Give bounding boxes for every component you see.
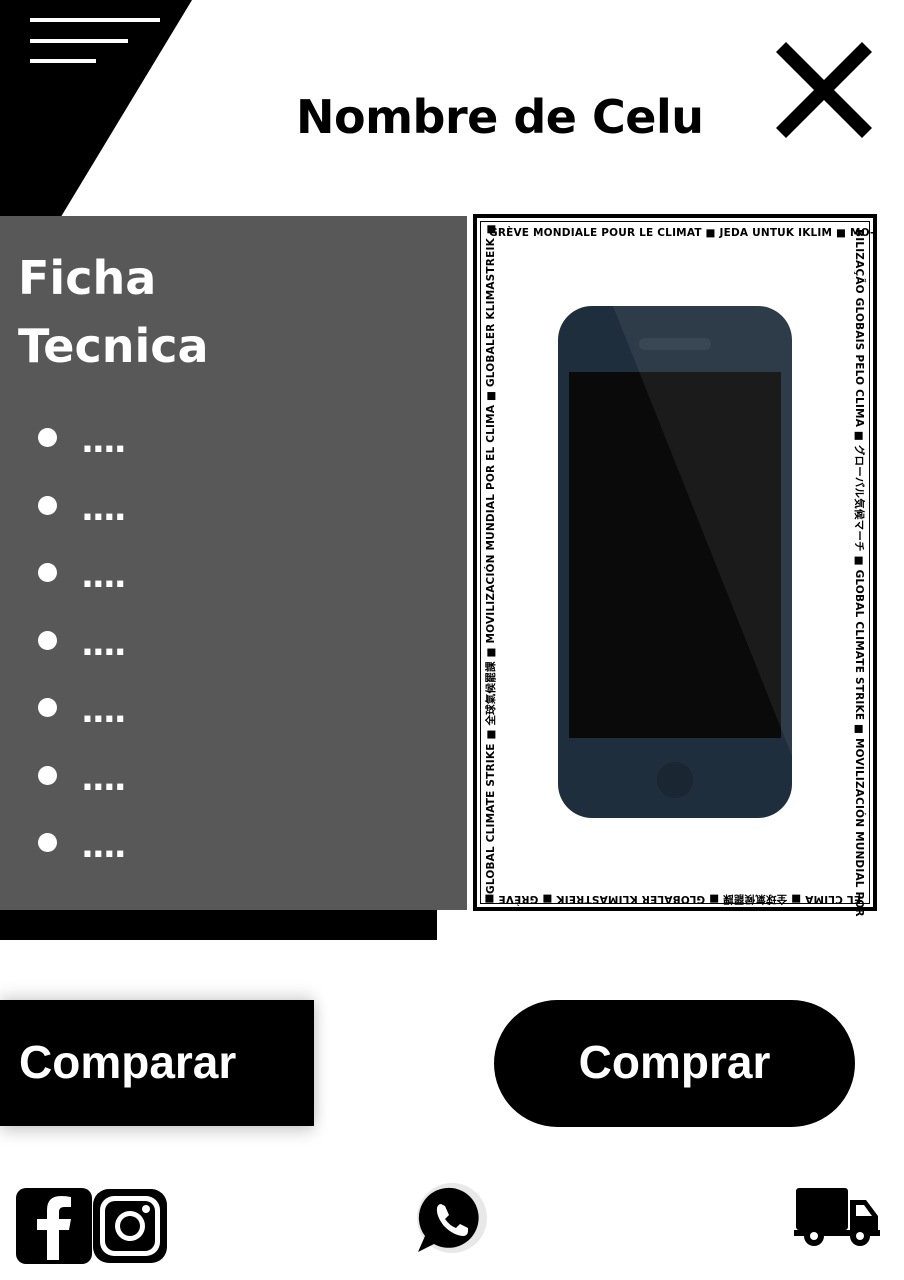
- buy-button[interactable]: Comprar: [494, 1000, 855, 1127]
- spec-title-line2: Tecnica: [18, 319, 209, 373]
- bullet-icon: [38, 698, 57, 717]
- bullet-icon: [38, 833, 57, 852]
- page-title: Nombre de Celu: [296, 90, 704, 144]
- frame-text-right: BILIZAÇÃO GLOBAIS PELO CLIMA ■ グローバル気候マー…: [853, 229, 865, 917]
- whatsapp-icon[interactable]: [412, 1180, 492, 1260]
- spec-title-line1: Ficha: [18, 251, 157, 305]
- hamburger-menu-icon[interactable]: [30, 18, 162, 68]
- buy-button-label: Comprar: [578, 1036, 771, 1088]
- spec-item-text: ....: [81, 623, 127, 664]
- bullet-icon: [38, 563, 57, 582]
- frame-text-bottom: EL CLIMA ■ 全球氣候罷課 ■ GLOBALER KLIMASTREIK…: [484, 893, 861, 905]
- frame-text-left: GLOBAL CLIMATE STRIKE ■ 全球氣候罷課 ■ MOVILIZ…: [485, 224, 497, 894]
- bullet-icon: [38, 428, 57, 447]
- spec-item-text: ....: [81, 758, 127, 799]
- bullet-icon: [38, 495, 57, 515]
- compare-button-label: Comparar: [19, 1036, 237, 1088]
- smartphone-image: [558, 306, 792, 818]
- spec-item-text: ....: [81, 826, 127, 866]
- delivery-truck-icon[interactable]: [794, 1186, 880, 1248]
- facebook-icon[interactable]: [16, 1188, 92, 1264]
- instagram-icon[interactable]: [92, 1188, 168, 1264]
- close-icon[interactable]: [774, 40, 874, 140]
- bullet-icon: [38, 765, 57, 785]
- spec-item-text: ....: [81, 691, 127, 731]
- spec-item-text: ....: [81, 421, 127, 461]
- spec-item-text: ....: [81, 556, 127, 596]
- spec-title: Ficha Tecnica: [18, 244, 209, 380]
- compare-button[interactable]: Comparar: [0, 1000, 314, 1126]
- frame-text-top: GRÈVE MONDIALE POUR LE CLIMAT ■ JEDA UNT…: [489, 227, 875, 239]
- bullet-icon: [38, 630, 57, 650]
- spec-item-text: ....: [81, 488, 127, 529]
